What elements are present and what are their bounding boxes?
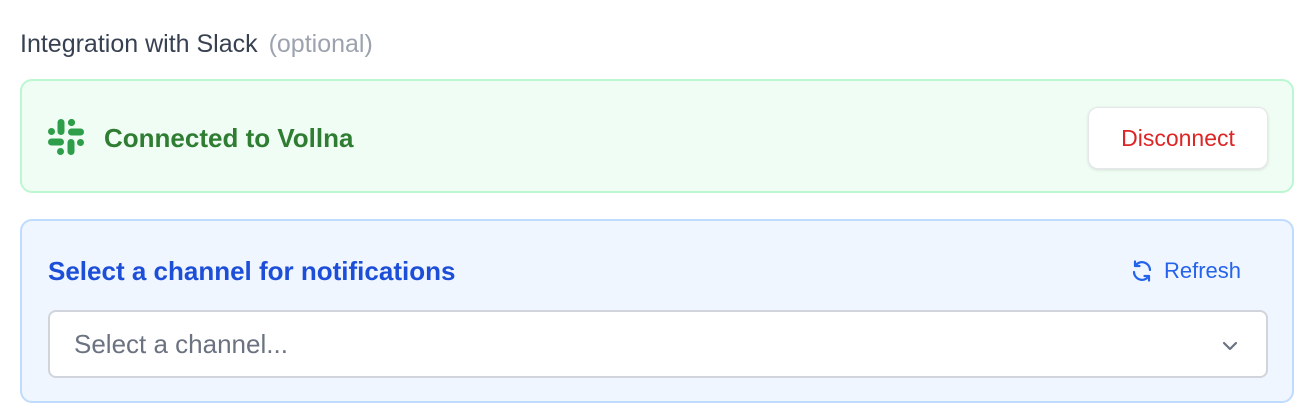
refresh-icon: [1130, 259, 1154, 283]
slack-integration-panel: Integration with Slack (optional) Connec…: [0, 0, 1314, 420]
refresh-label: Refresh: [1164, 258, 1242, 283]
slack-icon: [47, 118, 85, 156]
channel-select[interactable]: Select a channel...: [48, 310, 1268, 378]
channel-card-title: Select a channel for notifications: [48, 256, 456, 286]
refresh-button[interactable]: Refresh: [1130, 254, 1241, 288]
optional-label: (optional): [268, 30, 373, 58]
channel-select-placeholder: Select a channel...: [74, 329, 288, 359]
disconnect-button[interactable]: Disconnect: [1088, 107, 1268, 169]
section-title: Integration with Slack (optional): [20, 27, 373, 61]
channel-select-card: Select a channel for notifications Refre…: [20, 219, 1294, 403]
connection-status-text: Connected to Vollna: [104, 123, 354, 153]
section-title-text: Integration with Slack: [20, 30, 258, 58]
connection-status-card: Connected to Vollna Disconnect: [20, 79, 1294, 193]
chevron-down-icon: [1218, 334, 1242, 358]
